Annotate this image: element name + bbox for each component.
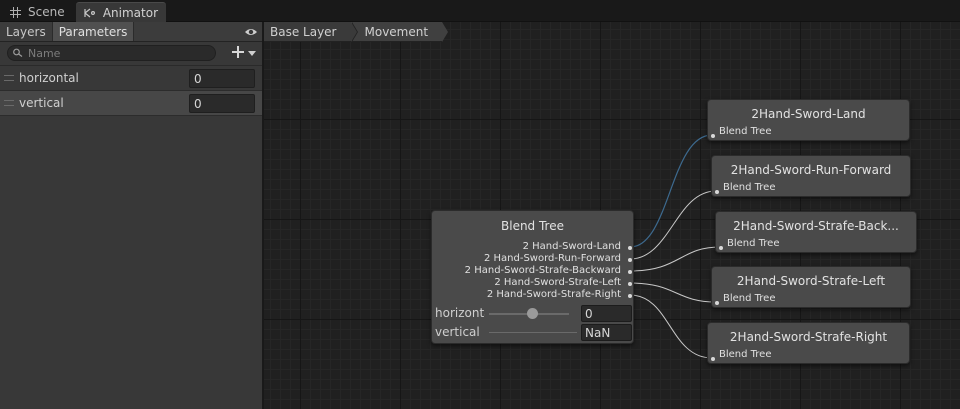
search-input[interactable] xyxy=(28,46,198,60)
output-port[interactable] xyxy=(628,246,632,250)
drag-handle-icon[interactable] xyxy=(4,100,14,106)
tab-animator-label: Animator xyxy=(102,5,158,20)
clip-node-strafe-right[interactable]: 2Hand-Sword-Strafe-Right Blend Tree xyxy=(707,322,910,364)
panel-tab-strip: Layers Parameters xyxy=(0,22,262,42)
clip-title: 2Hand-Sword-Run-Forward xyxy=(730,163,892,177)
search-field[interactable] xyxy=(7,45,216,61)
animator-icon xyxy=(84,6,97,20)
eye-icon[interactable] xyxy=(244,25,258,39)
parameter-name[interactable]: vertical xyxy=(19,96,64,110)
clip-title: 2Hand-Sword-Strafe-Back... xyxy=(733,219,899,233)
breadcrumb-base-layer[interactable]: Base Layer xyxy=(264,22,357,42)
output-port[interactable] xyxy=(628,258,632,262)
add-parameter-button[interactable] xyxy=(231,44,259,62)
blend-tree-output: 2 Hand-Sword-Strafe-Left xyxy=(494,277,621,288)
horizontal-value-field[interactable]: 0 xyxy=(581,305,632,322)
clip-title: 2Hand-Sword-Strafe-Right xyxy=(729,330,888,344)
breadcrumb: Base Layer Movement xyxy=(264,22,448,42)
parameter-value-field[interactable]: 0 xyxy=(189,94,255,113)
breadcrumb-movement[interactable]: Movement xyxy=(350,22,448,42)
blend-tree-title: Blend Tree xyxy=(501,219,564,233)
clip-node-strafe-backward[interactable]: 2Hand-Sword-Strafe-Back... Blend Tree xyxy=(715,211,917,253)
grid-icon xyxy=(8,5,22,19)
output-port[interactable] xyxy=(628,270,632,274)
window-tab-bar: Scene Animator xyxy=(0,0,960,22)
tab-scene[interactable]: Scene xyxy=(0,2,74,22)
clip-subtitle: Blend Tree xyxy=(727,238,780,249)
blend-tree-output: 2 Hand-Sword-Land xyxy=(522,241,621,252)
vertical-slider-track[interactable] xyxy=(489,332,577,333)
tab-scene-label: Scene xyxy=(28,5,65,19)
clip-subtitle: Blend Tree xyxy=(719,349,772,360)
clip-title: 2Hand-Sword-Land xyxy=(751,107,866,121)
parameters-panel: Layers Parameters horizontal 0 vertical xyxy=(0,22,263,409)
horizontal-slider-knob[interactable] xyxy=(527,308,538,319)
blend-tree-output: 2 Hand-Sword-Run-Forward xyxy=(483,253,621,264)
plus-icon xyxy=(231,45,245,62)
parameter-value-field[interactable]: 0 xyxy=(189,69,255,88)
clip-subtitle: Blend Tree xyxy=(723,293,776,304)
blend-tree-output: 2 Hand-Sword-Strafe-Backward xyxy=(464,265,621,276)
clip-subtitle: Blend Tree xyxy=(719,126,772,137)
blend-tree-node[interactable]: Blend Tree 2 Hand-Sword-Land 2 Hand-Swor… xyxy=(431,210,634,344)
search-icon xyxy=(12,47,24,59)
tab-parameters[interactable]: Parameters xyxy=(52,22,135,41)
output-port[interactable] xyxy=(628,282,632,286)
clip-node-run-forward[interactable]: 2Hand-Sword-Run-Forward Blend Tree xyxy=(711,155,911,197)
vertical-param-row: vertical NaN xyxy=(432,323,635,342)
horizontal-param-row: horizonta 0 xyxy=(432,304,635,323)
clip-title: 2Hand-Sword-Strafe-Left xyxy=(736,274,886,288)
chevron-down-icon xyxy=(248,46,256,60)
search-row xyxy=(0,42,262,66)
clip-node-land[interactable]: 2Hand-Sword-Land Blend Tree xyxy=(707,99,910,141)
parameter-row[interactable]: horizontal 0 xyxy=(0,66,262,91)
clip-subtitle: Blend Tree xyxy=(723,182,776,193)
blend-tree-output: 2 Hand-Sword-Strafe-Right xyxy=(486,289,621,300)
tab-animator[interactable]: Animator xyxy=(76,2,166,22)
horizontal-param-label: horizonta xyxy=(435,306,485,320)
drag-handle-icon[interactable] xyxy=(4,75,14,81)
clip-node-strafe-left[interactable]: 2Hand-Sword-Strafe-Left Blend Tree xyxy=(711,266,911,308)
vertical-param-label: vertical xyxy=(435,325,480,339)
parameter-row[interactable]: vertical 0 xyxy=(0,91,262,116)
tab-layers[interactable]: Layers xyxy=(0,22,53,41)
parameter-name[interactable]: horizontal xyxy=(19,71,79,85)
vertical-value-field[interactable]: NaN xyxy=(581,324,632,341)
output-port[interactable] xyxy=(628,294,632,298)
